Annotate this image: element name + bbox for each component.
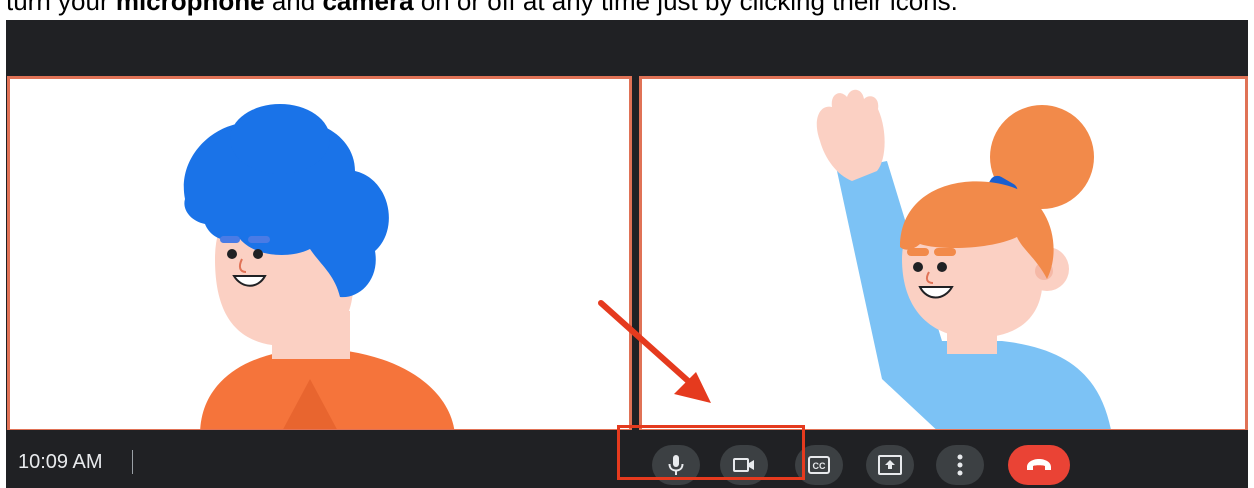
more-options-button[interactable] (936, 445, 984, 485)
participant-tile-left (7, 76, 632, 432)
participant-illustration-girl (816, 89, 1111, 429)
participant-illustration-boy (183, 104, 454, 429)
caption-text: turn your microphone and camera on or of… (6, 0, 958, 16)
participant-tile-right (639, 76, 1248, 432)
meet-call-window: 10:09 AM CC (6, 20, 1248, 488)
end-call-icon (1027, 459, 1051, 470)
pointer-arrow (598, 300, 711, 403)
meeting-time: 10:09 AM (18, 451, 103, 473)
highlight-box (617, 425, 805, 480)
captions-label: CC (813, 461, 826, 471)
instruction-caption: turn your microphone and camera on or of… (0, 0, 1254, 20)
present-screen-button[interactable] (866, 445, 914, 485)
present-screen-icon (878, 455, 902, 475)
more-options-icon (957, 454, 963, 476)
closed-captions-icon: CC (808, 456, 830, 474)
end-call-button[interactable] (1008, 445, 1070, 485)
divider (132, 450, 133, 474)
